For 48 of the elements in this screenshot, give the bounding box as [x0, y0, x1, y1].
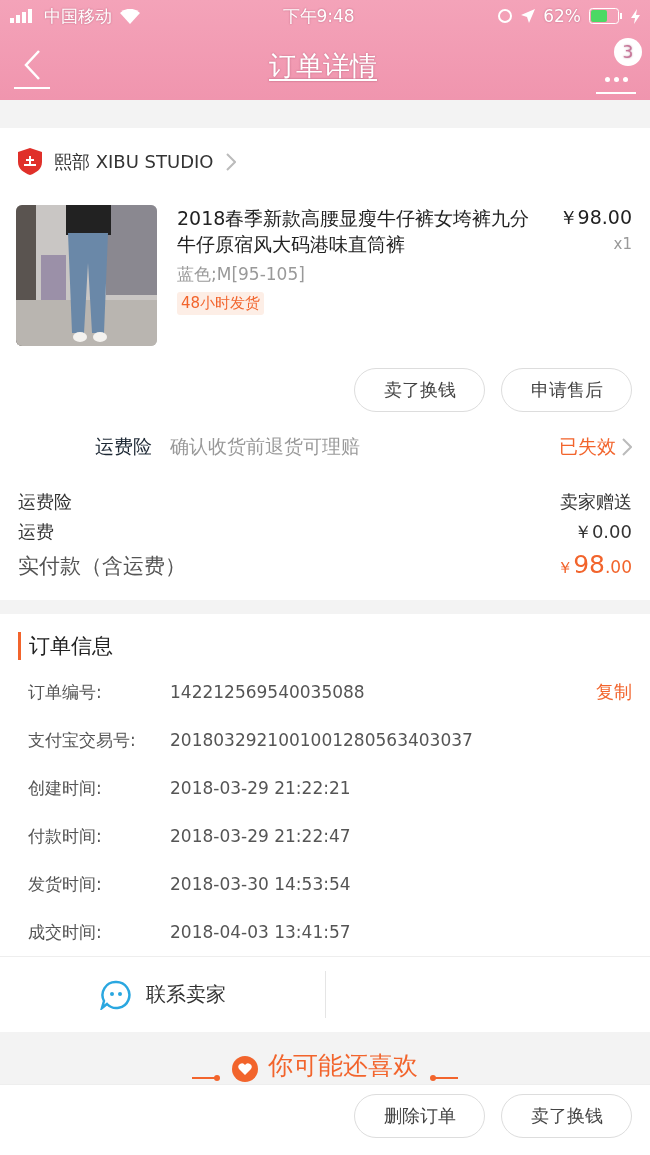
chevron-right-icon [622, 438, 632, 456]
total-label: 实付款（含运费） [18, 553, 186, 580]
shop-shield-icon [18, 148, 42, 175]
info-value: 2018-03-30 14:53:54 [170, 874, 352, 894]
info-value: 2018-03-29 21:22:21 [170, 778, 352, 798]
product-price: ￥98.00 [558, 205, 632, 230]
action-button[interactable]: 卖了换钱 [354, 368, 485, 412]
action-button[interactable]: 卖了换钱 [501, 1094, 632, 1138]
location-arrow-icon [521, 9, 536, 23]
insurance-description: 确认收货前退货可理赔 [170, 434, 361, 459]
status-time: 下午9:48 [282, 4, 355, 28]
info-value: 2018-03-29 21:22:47 [170, 826, 352, 846]
charging-icon [631, 8, 640, 24]
product-quantity: x1 [613, 235, 632, 253]
total-amount: ￥98.00 [557, 550, 632, 579]
insurance-label: 运费险 [95, 434, 152, 459]
info-label: 创建时间: [28, 776, 103, 800]
page-title: 订单详情 [269, 49, 377, 83]
rotation-lock-icon [497, 8, 514, 24]
info-label: 成交时间: [28, 920, 103, 944]
info-value: 2018-04-03 13:41:57 [170, 922, 352, 942]
ornament-line-icon [192, 1074, 222, 1082]
carrier-name: 中国移动 [44, 4, 112, 28]
info-label: 订单编号: [28, 680, 103, 704]
fee-value: ￥0.00 [573, 520, 632, 544]
fee-label: 运费 [18, 520, 54, 544]
chevron-right-icon [225, 152, 236, 171]
recommend-title: 你可能还喜欢 [268, 1050, 418, 1082]
product-title[interactable]: 2018春季新款高腰显瘦牛仔裤女垮裤九分牛仔原宿风大码港味直筒裤 [177, 205, 539, 257]
battery-icon [589, 8, 623, 24]
action-button[interactable]: 申请售后 [501, 368, 632, 412]
notification-count: 3 [614, 38, 642, 66]
fee-value: 卖家赠送 [560, 490, 632, 514]
shipping-tag: 48小时发货 [177, 292, 265, 315]
action-button[interactable]: 删除订单 [354, 1094, 485, 1138]
chat-bubble-icon [99, 979, 132, 1010]
section-title: 订单信息 [18, 632, 632, 660]
ornament-line-icon [428, 1074, 458, 1082]
wifi-icon [120, 8, 140, 24]
info-label: 发货时间: [28, 872, 103, 896]
fee-label: 运费险 [18, 490, 72, 514]
info-value: 2018032921001001280563403037 [170, 730, 474, 750]
info-label: 付款时间: [28, 824, 103, 848]
product-spec: 蓝色;M[95-105] [177, 263, 306, 286]
battery-percentage: 62% [543, 6, 581, 26]
shop-name[interactable]: 熙部 XIBU STUDIO [54, 149, 214, 174]
info-label: 支付宝交易号: [28, 728, 137, 752]
info-value: 142212569540035088 [170, 682, 366, 702]
